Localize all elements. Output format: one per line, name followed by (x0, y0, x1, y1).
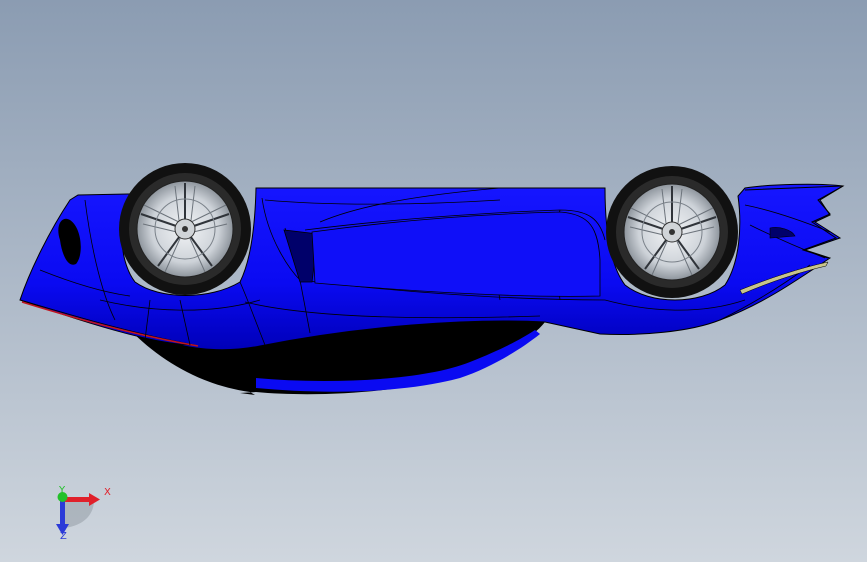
z-axis-label: Z (60, 531, 67, 542)
front-wheel (606, 166, 738, 298)
graphics-viewport[interactable]: X Y Z (0, 0, 867, 562)
y-axis-label: Y (59, 485, 66, 496)
rear-wheel (119, 163, 251, 295)
reference-triad: X Y Z (40, 478, 120, 548)
x-axis-label: X (104, 487, 111, 498)
viewport-canvas[interactable] (0, 0, 867, 562)
